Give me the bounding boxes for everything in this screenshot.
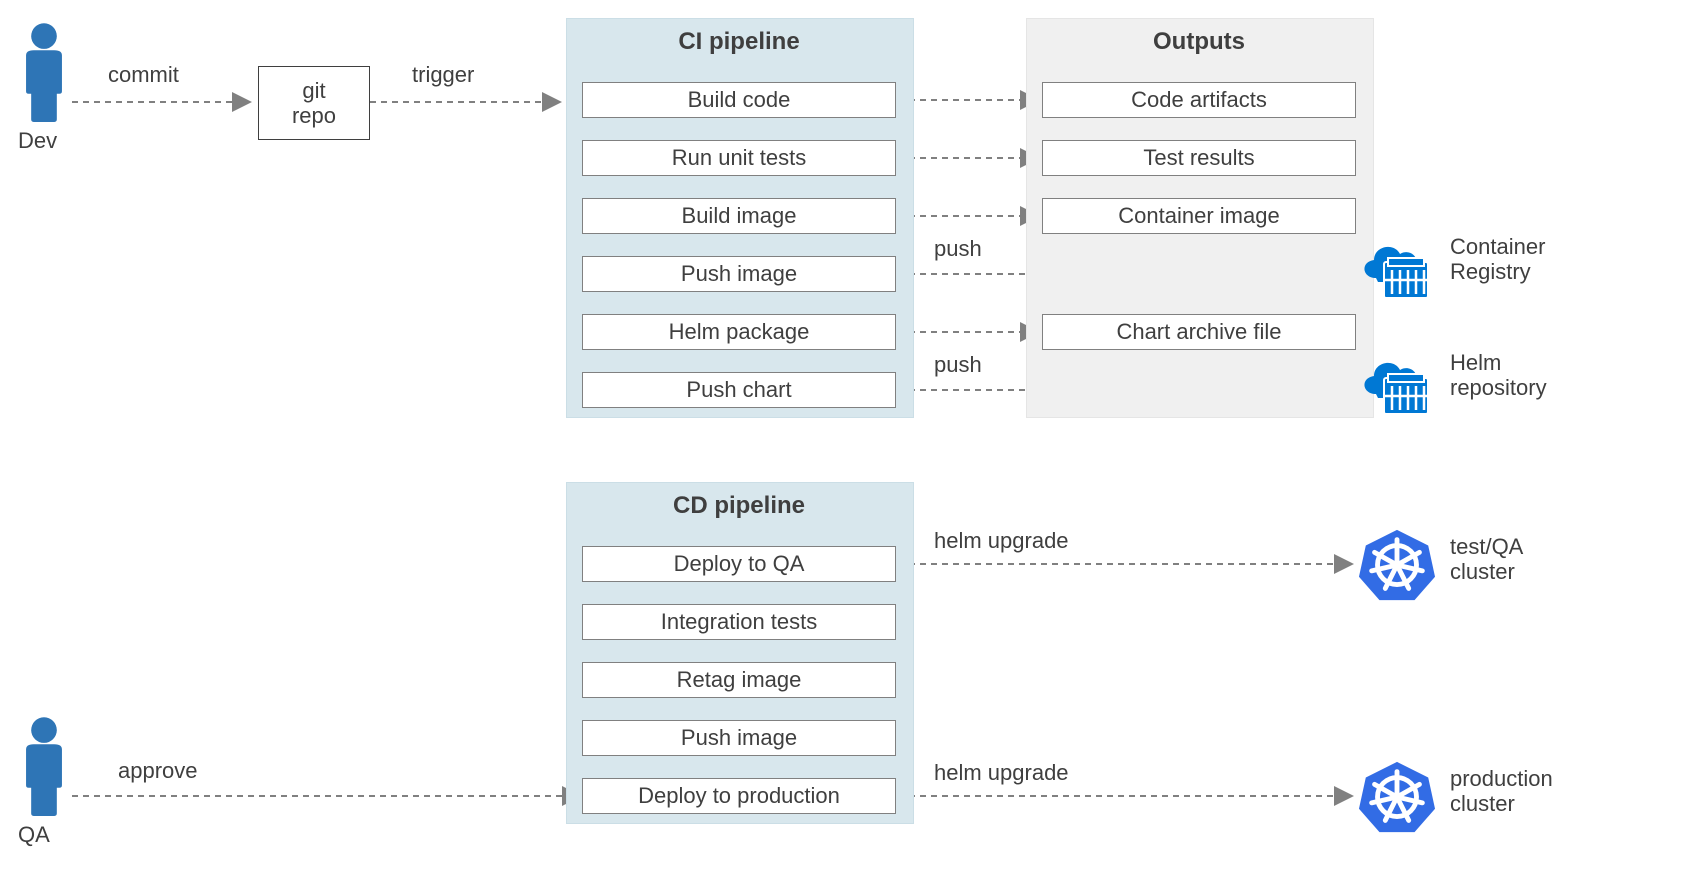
container-registry-icon [1358, 236, 1436, 304]
edge-label-trigger: trigger [412, 62, 474, 88]
edge-label-push-2: push [934, 352, 982, 378]
edge-label-helm-upgrade-2: helm upgrade [934, 760, 1069, 786]
edge-label-helm-upgrade-1: helm upgrade [934, 528, 1069, 554]
outputs-title: Outputs [1026, 28, 1372, 56]
helm-repository-label: Helm repository [1450, 350, 1547, 401]
edge-label-push-1: push [934, 236, 982, 262]
kubernetes-qa-icon [1358, 526, 1436, 604]
kubernetes-prod-icon [1358, 758, 1436, 836]
ci-step-push-image: Push image [582, 256, 896, 292]
cd-step-deploy-qa: Deploy to QA [582, 546, 896, 582]
ci-step-build-code: Build code [582, 82, 896, 118]
cd-pipeline-title: CD pipeline [566, 492, 912, 520]
output-code-artifacts: Code artifacts [1042, 82, 1356, 118]
output-container-image: Container image [1042, 198, 1356, 234]
qa-label: QA [18, 822, 50, 848]
kubernetes-qa-label: test/QA cluster [1450, 534, 1523, 585]
ci-step-helm-package: Helm package [582, 314, 896, 350]
cd-step-push-image: Push image [582, 720, 896, 756]
qa-person-icon [18, 716, 70, 816]
cd-pipeline-panel [566, 482, 914, 824]
ci-pipeline-title: CI pipeline [566, 28, 912, 56]
edge-label-approve: approve [118, 758, 198, 784]
output-test-results: Test results [1042, 140, 1356, 176]
edge-label-commit: commit [108, 62, 179, 88]
ci-step-push-chart: Push chart [582, 372, 896, 408]
cd-step-retag-image: Retag image [582, 662, 896, 698]
container-registry-label: Container Registry [1450, 234, 1545, 285]
cd-step-integration-tests: Integration tests [582, 604, 896, 640]
dev-person-icon [18, 22, 70, 122]
ci-step-run-unit-tests: Run unit tests [582, 140, 896, 176]
ci-step-build-image: Build image [582, 198, 896, 234]
cd-step-deploy-production: Deploy to production [582, 778, 896, 814]
output-chart-archive: Chart archive file [1042, 314, 1356, 350]
git-repo-box: git repo [258, 66, 370, 140]
helm-repository-icon [1358, 352, 1436, 420]
kubernetes-prod-label: production cluster [1450, 766, 1553, 817]
dev-label: Dev [18, 128, 57, 154]
